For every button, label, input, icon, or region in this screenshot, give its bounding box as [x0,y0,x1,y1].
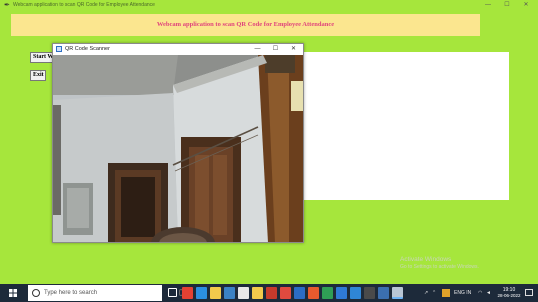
taskbar-clock[interactable]: 19:10 28-06-2022 [496,287,522,299]
chat-icon[interactable] [252,287,263,299]
taskbar: Type here to search ↗ ⌃ ENG IN ◠ ◄ 19:10… [0,284,538,302]
blue-app-icon[interactable] [294,287,305,299]
language-indicator[interactable]: ENG IN [454,284,471,302]
tray-chevron-icon[interactable]: ⌃ [432,284,436,302]
watermark-title: Activate Windows [400,256,452,263]
edge-icon[interactable] [196,287,207,299]
slides-icon[interactable] [308,287,319,299]
activate-windows-watermark: Activate Windows Go to Settings to activ… [400,256,479,271]
camera-feed [53,55,303,242]
language-sub: IN [466,290,472,296]
header-banner: Webcam application to scan QR Code for E… [11,14,480,36]
docs-icon[interactable] [322,287,333,299]
scanner-titlebar[interactable]: QR Code Scanner — ☐ ✕ [53,44,303,55]
close-button[interactable]: ✕ [518,0,534,11]
python-icon[interactable] [378,287,389,299]
vscode-icon[interactable] [350,287,361,299]
notification-icon[interactable] [525,289,533,296]
mail-icon[interactable] [336,287,347,299]
explorer-icon[interactable] [210,287,221,299]
search-placeholder: Type here to search [44,290,98,296]
windows-logo-icon [9,289,17,297]
terminal-icon[interactable] [364,287,375,299]
main-window-title: Webcam application to scan QR Code for E… [13,2,155,8]
main-window-titlebar: ✒ Webcam application to scan QR Code for… [0,0,538,11]
scanner-close-button[interactable]: ✕ [285,44,302,55]
start-webcam-button[interactable]: Start W [30,52,54,63]
scanner-maximize-button[interactable]: ☐ [267,44,284,55]
tray-app-icon[interactable] [442,289,450,297]
window-icon [56,46,62,52]
maximize-button[interactable]: ☐ [499,0,515,11]
scanner-window-title: QR Code Scanner [65,46,110,52]
display-panel [300,52,509,200]
minimize-button[interactable]: — [480,0,496,11]
clock-date: 28-06-2022 [497,293,521,298]
bag-icon[interactable] [238,287,249,299]
task-view-icon[interactable] [168,288,177,297]
active-app-icon[interactable] [392,287,403,299]
settings-icon[interactable] [266,287,277,299]
windows-start-button[interactable] [2,284,24,302]
exit-button[interactable]: Exit [30,70,46,81]
search-icon [32,289,40,297]
feather-icon: ✒ [4,2,10,9]
network-icon[interactable]: ↗ [424,284,428,302]
language-label: ENG [454,290,465,296]
store-icon[interactable] [224,287,235,299]
watermark-subtitle: Go to Settings to activate Windows. [400,264,479,270]
scanner-minimize-button[interactable]: — [249,44,266,55]
qr-scanner-window[interactable]: QR Code Scanner — ☐ ✕ [52,43,304,243]
taskbar-search-box[interactable]: Type here to search [28,285,183,301]
volume-icon[interactable]: ◄ [486,284,491,302]
banner-title: Webcam application to scan QR Code for E… [156,21,335,28]
red-app-icon[interactable] [280,287,291,299]
chrome-icon[interactable] [182,287,193,299]
wifi-icon[interactable]: ◠ [478,284,482,302]
